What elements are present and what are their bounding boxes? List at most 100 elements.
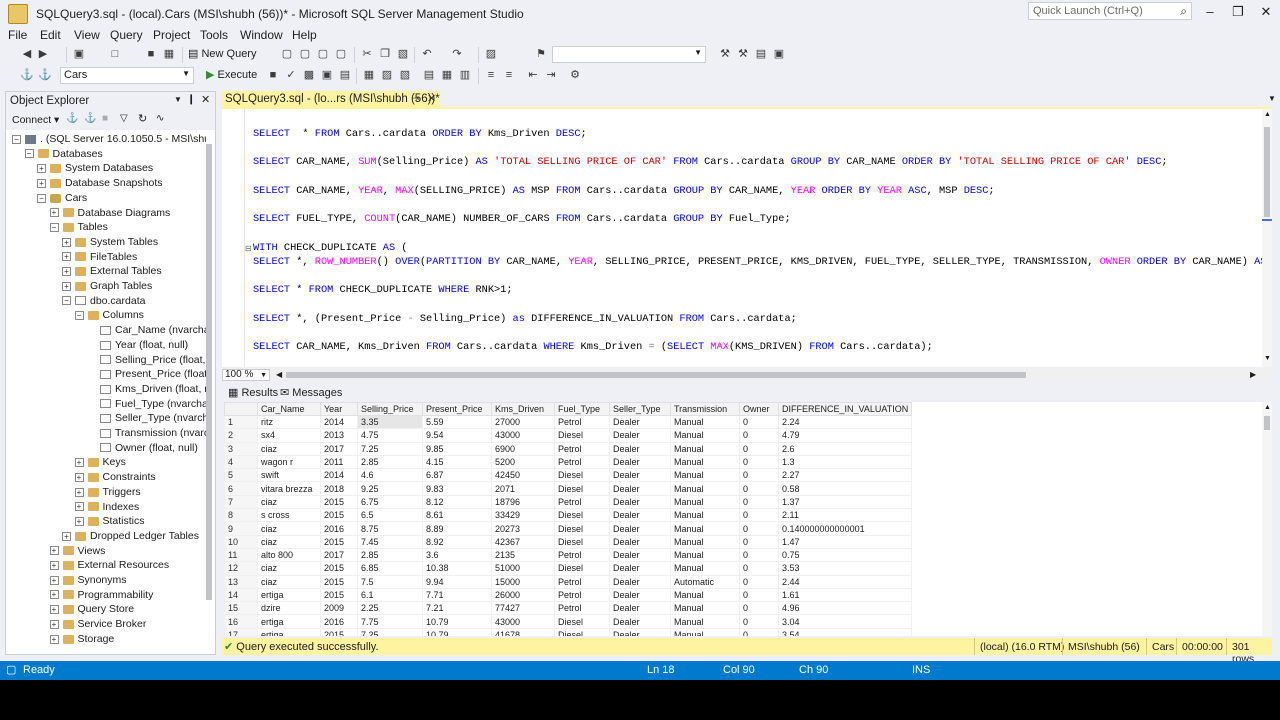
column-header[interactable]: Year [320,402,358,416]
tree-node[interactable]: + System Tables [62,235,158,249]
table-cell[interactable]: 1.47 [777,534,913,549]
tree-node[interactable]: + Synonyms [49,573,127,587]
menu-project[interactable]: Project [153,28,190,42]
code-line[interactable]: SELECT CAR_NAME, YEAR, MAX(SELLING_PRICE… [253,185,995,197]
collapse-icon[interactable]: − [24,149,34,159]
table-cell[interactable]: 26000 [491,587,555,603]
expand-icon[interactable]: + [49,619,59,629]
table-cell[interactable]: 2015 [320,627,358,636]
table-cell[interactable]: Dealer [609,481,671,496]
expand-icon[interactable]: + [49,575,59,585]
tree-node[interactable]: + External Resources [49,558,169,572]
table-cell[interactable]: Petrol [554,574,610,589]
table-cell[interactable]: 6.5 [357,508,423,523]
table-cell[interactable]: Manual [670,481,740,496]
column-header[interactable]: Present_Price [422,402,492,416]
table-cell[interactable]: Manual [670,468,740,483]
table-row[interactable]: 7 ciaz 2015 6.75 8.12 18796 Petrol Dealer Manual… [224,494,913,510]
table-cell[interactable]: 2013 [320,428,358,443]
code-line[interactable]: SELECT CAR_NAME, SUM(Selling_Price) AS '… [253,156,1168,168]
tree-node[interactable]: + Query Store [49,602,134,616]
table-cell[interactable]: 0 [739,614,779,629]
expand-icon[interactable]: + [74,487,84,497]
tree-node[interactable]: + Views [49,544,105,558]
scroll-up-icon[interactable]: ▲ [1264,404,1271,411]
expand-icon[interactable]: + [74,458,84,468]
table-cell[interactable]: Manual [670,601,740,616]
column-header[interactable]: Seller_Type [609,402,671,416]
table-cell[interactable]: 0 [739,508,779,523]
tree-node[interactable]: Seller_Type (nvarcha [87,411,206,425]
table-row[interactable]: 17 ertiga 2015 7.25 10.79 41678 Diesel Dealer Ma… [224,627,913,636]
table-cell[interactable]: 7.45 [357,534,423,549]
table-cell[interactable]: 2.25 [357,601,423,616]
table-cell[interactable]: Dealer [609,521,671,536]
table-cell[interactable]: 0 [739,481,779,496]
save-all-icon[interactable]: ▦ [162,47,176,61]
database-select[interactable]: Cars ▼ [60,67,194,84]
table-cell[interactable]: Manual [670,587,740,603]
table-cell[interactable]: Manual [670,614,740,629]
row-number-cell[interactable]: 4 [224,454,258,470]
expand-icon[interactable]: + [74,472,84,482]
table-cell[interactable]: 8.12 [422,494,492,510]
table-cell[interactable]: 2014 [320,468,358,483]
table-cell[interactable]: 27000 [491,414,555,430]
editor-vertical-scrollbar[interactable]: ▲ ▼ [1262,109,1272,367]
table-cell[interactable]: Petrol [554,441,610,456]
table-cell[interactable]: 2017 [320,547,358,563]
dax-query-icon[interactable]: ▢ [334,47,348,61]
tree-node[interactable]: Kms_Driven (float, n [87,382,206,396]
table-cell[interactable]: Manual [670,521,740,536]
table-cell[interactable]: Diesel [554,468,610,483]
table-cell[interactable]: Manual [670,627,740,636]
table-cell[interactable]: 0 [739,547,779,563]
copy-icon[interactable]: ❐ [378,47,392,61]
table-cell[interactable]: 0.140000000000001 [777,521,913,536]
uncomment-icon[interactable]: ≡ [502,68,516,82]
tree-node[interactable]: + Indexes [74,500,139,514]
tree-node[interactable]: + Programmability [49,588,153,602]
table-cell[interactable]: sx4 [257,428,321,443]
horizontal-scroll-thumb[interactable] [286,372,1026,378]
table-cell[interactable]: 2.44 [777,574,913,589]
editor-horizontal-scrollbar[interactable]: 100 % ▼ ◀ ▶ [222,368,1272,382]
solution-explorer-icon[interactable]: ▨ [484,47,498,61]
table-cell[interactable]: 0 [739,494,779,510]
activity-icon[interactable]: ∿ [156,113,164,124]
table-cell[interactable]: 5200 [491,454,555,470]
table-cell[interactable]: 2135 [491,547,555,563]
expand-icon[interactable]: + [62,237,71,247]
expand-icon[interactable]: + [49,546,59,556]
table-cell[interactable]: Manual [670,428,740,443]
table-cell[interactable]: 43000 [491,428,555,443]
table-cell[interactable]: 2015 [320,561,358,576]
row-number-cell[interactable]: 3 [224,441,258,456]
table-row[interactable]: 11 alto 800 2017 2.85 3.6 2135 Petrol Dealer Man… [224,547,913,563]
table-row[interactable]: 3 ciaz 2017 7.25 9.85 6900 Petrol Dealer Manual 0… [224,441,913,456]
results-to-grid-icon[interactable]: ▦ [440,68,454,82]
tree-node[interactable]: − . (SQL Server 16.0.1050.5 - MSI\shubh [12,132,206,146]
table-cell[interactable]: ciaz [257,441,321,456]
expand-icon[interactable]: + [62,281,71,291]
table-cell[interactable]: 2017 [320,441,358,456]
parse-icon[interactable]: ✓ [284,68,298,82]
table-cell[interactable]: Manual [670,534,740,549]
table-cell[interactable]: 0 [739,587,779,603]
undo-icon[interactable]: ↶ [420,47,434,61]
row-number-cell[interactable]: 15 [224,601,258,616]
code-line[interactable]: SELECT FUEL_TYPE, COUNT(CAR_NAME) NUMBER… [253,213,791,225]
object-explorer-scrollbar[interactable] [206,144,212,600]
expand-icon[interactable]: + [37,178,46,188]
table-row[interactable]: 2 sx4 2013 4.75 9.54 43000 Diesel Dealer Manual 0… [224,428,913,443]
table-cell[interactable]: Dealer [609,454,671,470]
execute-button[interactable]: ▶ Execute [206,68,257,81]
new-project-icon[interactable]: ▣ [72,47,86,61]
tree-node[interactable]: + Constraints [74,470,156,484]
table-cell[interactable]: Dealer [609,468,671,483]
column-header[interactable]: DIFFERENCE_IN_VALUATION [777,402,913,416]
table-row[interactable]: 15 dzire 2009 2.25 7.21 77427 Petrol Dealer Manu… [224,601,913,616]
tree-node[interactable]: Fuel_Type (nvarchar [87,397,206,411]
table-cell[interactable]: 1.3 [777,454,913,470]
scroll-right-icon[interactable]: ▶ [1250,370,1256,379]
